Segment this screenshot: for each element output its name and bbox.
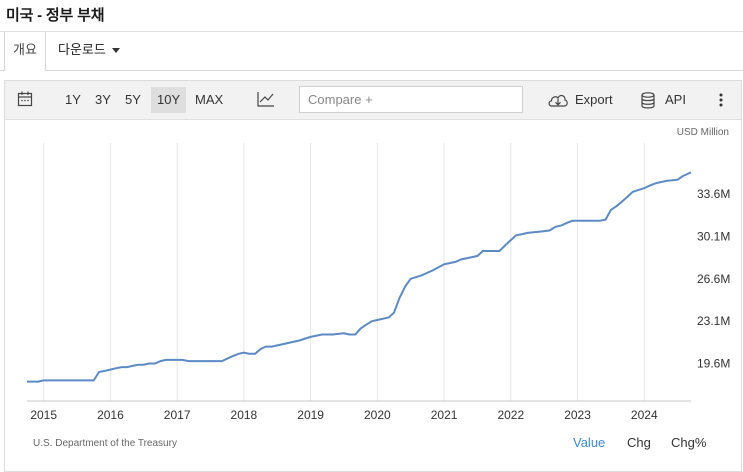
grid-lines bbox=[43, 143, 645, 401]
compare-field[interactable] bbox=[299, 86, 523, 113]
chart-panel: 1Y 3Y 5Y 10Y MAX Export bbox=[4, 80, 742, 472]
caret-down-icon bbox=[111, 48, 120, 54]
range-1y[interactable]: 1Y bbox=[59, 87, 87, 113]
range-max[interactable]: MAX bbox=[189, 87, 229, 113]
x-axis: 2015 2016 2017 2018 2019 2020 2021 2022 2023 2024 bbox=[27, 400, 691, 422]
range-10y[interactable]: 10Y bbox=[151, 87, 187, 113]
source-label: U.S. Department of the Treasury bbox=[33, 438, 177, 449]
chart-toolbar: 1Y 3Y 5Y 10Y MAX Export bbox=[5, 81, 741, 120]
more-vertical-icon[interactable] bbox=[719, 93, 723, 119]
tab-download[interactable]: 다운로드 bbox=[58, 32, 120, 70]
chart-area: 2015 2016 2017 2018 2019 2020 2021 2022 2023 2024… bbox=[5, 119, 741, 439]
cloud-download-icon bbox=[547, 92, 569, 108]
database-icon bbox=[641, 92, 655, 109]
export-label: Export bbox=[575, 92, 613, 107]
y-tick-label: 33.6M bbox=[697, 187, 730, 201]
y-tick-label: 19.6M bbox=[697, 357, 730, 371]
tab-overview[interactable]: 개요 bbox=[4, 32, 46, 71]
mode-chg-button[interactable]: Chg bbox=[627, 435, 651, 450]
y-axis: 19.6M 23.1M 26.6M 30.1M 33.6M bbox=[697, 187, 730, 370]
x-tick-label: 2015 bbox=[30, 408, 57, 422]
calendar-icon[interactable] bbox=[17, 91, 33, 117]
x-tick-label: 2016 bbox=[97, 408, 124, 422]
unit-label: USD Million bbox=[677, 127, 729, 138]
export-button[interactable]: Export bbox=[547, 87, 613, 113]
api-button[interactable]: API bbox=[641, 87, 686, 113]
mode-value-button[interactable]: Value bbox=[573, 435, 605, 450]
x-tick-label: 2022 bbox=[497, 408, 524, 422]
x-tick-label: 2018 bbox=[231, 408, 258, 422]
x-tick-label: 2017 bbox=[164, 408, 191, 422]
tab-bar: 개요 다운로드 bbox=[0, 32, 743, 71]
range-3y[interactable]: 3Y bbox=[89, 87, 117, 113]
api-label: API bbox=[665, 92, 686, 107]
x-tick-label: 2023 bbox=[564, 408, 591, 422]
mode-chg-pct-button[interactable]: Chg% bbox=[671, 435, 706, 450]
x-tick-label: 2021 bbox=[431, 408, 458, 422]
y-tick-label: 26.6M bbox=[697, 272, 730, 286]
page-title: 미국 - 정부 부채 bbox=[6, 7, 105, 24]
line-chart-icon[interactable] bbox=[257, 91, 275, 117]
x-tick-label: 2019 bbox=[297, 408, 324, 422]
series-line bbox=[27, 171, 692, 383]
range-5y[interactable]: 5Y bbox=[119, 87, 147, 113]
y-tick-label: 30.1M bbox=[697, 230, 730, 244]
x-tick-label: 2020 bbox=[364, 408, 391, 422]
x-tick-label: 2024 bbox=[631, 408, 658, 422]
tab-download-label: 다운로드 bbox=[58, 42, 106, 57]
debt-line-chart: 2015 2016 2017 2018 2019 2020 2021 2022 2023 2024… bbox=[27, 127, 730, 422]
y-tick-label: 23.1M bbox=[697, 314, 730, 328]
compare-input[interactable] bbox=[300, 87, 516, 112]
